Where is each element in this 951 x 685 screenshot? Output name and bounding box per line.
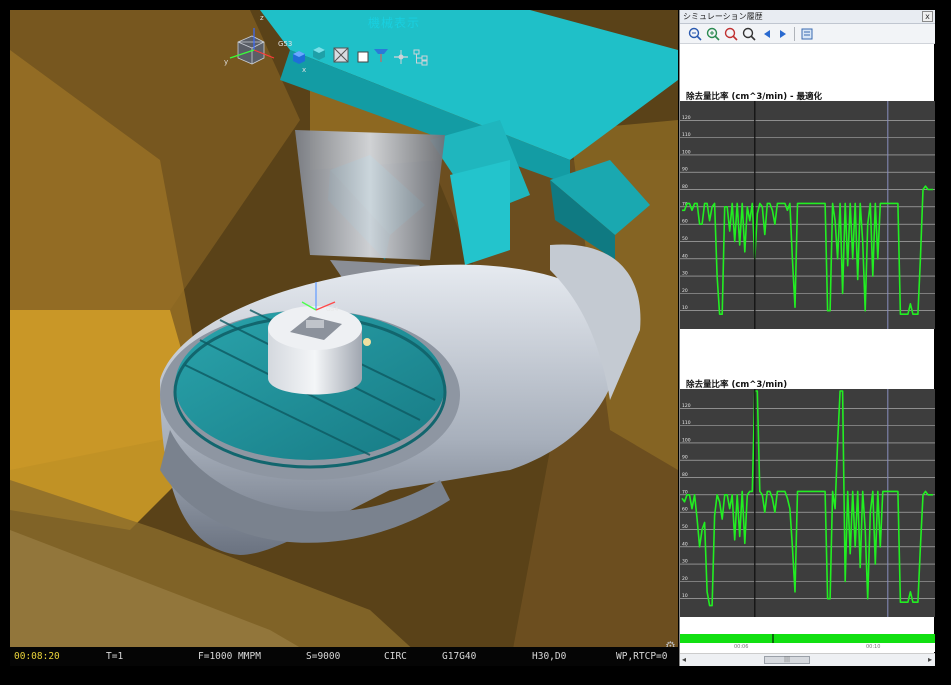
viewport-title: 機械表示 bbox=[368, 16, 421, 30]
machine-viewport[interactable]: G53 z x y 機械表示 G54 ⚙ bbox=[10, 10, 678, 665]
machine-scene[interactable] bbox=[10, 10, 678, 665]
progress-bar[interactable] bbox=[680, 634, 935, 643]
horizontal-scrollbar[interactable]: ◂ ||| ▸ bbox=[680, 653, 935, 666]
time-tick: 00:06 bbox=[734, 644, 749, 650]
y-tick-label: 30 bbox=[682, 559, 688, 565]
toolbar-divider bbox=[794, 27, 795, 41]
zoom-in-icon[interactable] bbox=[706, 27, 720, 41]
y-tick-label: 20 bbox=[682, 576, 688, 582]
y-tick-label: 40 bbox=[682, 253, 688, 259]
elapsed-time: 00:08:20 bbox=[14, 651, 60, 662]
app-frame: G53 z x y 機械表示 G54 ⚙ 00:08:20 T=1 F=1000… bbox=[0, 0, 951, 685]
simulation-history-panel: シミュレーション履歴 x 除去量比率 (cm^3/min) - 最適化 10 20… bbox=[679, 10, 935, 666]
y-tick-label: 120 bbox=[682, 115, 691, 121]
solid-view-icon[interactable] bbox=[310, 44, 328, 62]
panel-title: シミュレーション履歴 bbox=[683, 12, 763, 21]
scroll-thumb[interactable]: ||| bbox=[764, 656, 810, 664]
y-tick-label: 50 bbox=[682, 236, 688, 242]
interpolation-mode: CIRC bbox=[384, 651, 407, 662]
export-icon[interactable] bbox=[800, 27, 814, 41]
y-tick-label: 60 bbox=[682, 507, 688, 513]
scroll-left-icon[interactable]: ◂ bbox=[682, 655, 686, 664]
tool-view-icon[interactable] bbox=[372, 46, 390, 64]
axis-z-label: z bbox=[260, 14, 264, 22]
g53-label: G53 bbox=[278, 40, 293, 48]
wireframe-icon[interactable] bbox=[354, 48, 372, 66]
chart-background bbox=[680, 389, 935, 617]
axis-x-label: x bbox=[302, 66, 307, 74]
time-axis: 00:06 00:10 bbox=[680, 643, 935, 652]
y-tick-label: 110 bbox=[682, 420, 691, 426]
work-plane-mode: WP,RTCP=0 bbox=[616, 651, 668, 662]
y-tick-label: 90 bbox=[682, 455, 688, 461]
g-codes: G17G40 bbox=[442, 651, 477, 662]
box-view-icon[interactable] bbox=[290, 48, 308, 66]
y-tick-label: 10 bbox=[682, 305, 688, 311]
panel-toolbar bbox=[680, 24, 935, 44]
y-tick-label: 30 bbox=[682, 271, 688, 277]
y-tick-label: 100 bbox=[682, 437, 691, 443]
view-cube-icon[interactable] bbox=[224, 28, 278, 76]
close-icon[interactable]: x bbox=[922, 11, 933, 22]
zoom-out-icon[interactable] bbox=[688, 27, 702, 41]
search-icon[interactable] bbox=[742, 27, 756, 41]
y-tick-label: 40 bbox=[682, 541, 688, 547]
feed-rate: F=1000 MMPM bbox=[198, 651, 261, 662]
progress-marker[interactable] bbox=[771, 634, 774, 643]
zoom-fit-icon[interactable] bbox=[724, 27, 738, 41]
spindle-speed: S=9000 bbox=[306, 651, 341, 662]
y-tick-label: 60 bbox=[682, 219, 688, 225]
axis-y-label: y bbox=[224, 58, 229, 66]
y-tick-label: 100 bbox=[682, 149, 691, 155]
y-tick-label: 90 bbox=[682, 167, 688, 173]
g54-label: G54 bbox=[326, 306, 339, 313]
y-tick-label: 80 bbox=[682, 472, 688, 478]
axis-view-icon[interactable] bbox=[392, 48, 410, 66]
y-tick-label: 20 bbox=[682, 288, 688, 294]
scroll-right-icon[interactable]: ▸ bbox=[928, 655, 932, 664]
frame-view-icon[interactable] bbox=[332, 46, 350, 64]
removal-rate-chart-original[interactable]: 102030405060708090100110120 bbox=[680, 389, 935, 617]
offsets: H30,D0 bbox=[532, 651, 567, 662]
y-tick-label: 50 bbox=[682, 524, 688, 530]
panel-titlebar: シミュレーション履歴 x bbox=[680, 10, 935, 24]
y-tick-label: 10 bbox=[682, 593, 688, 599]
y-tick-label: 110 bbox=[682, 132, 691, 138]
time-tick: 00:10 bbox=[866, 644, 881, 650]
y-tick-label: 120 bbox=[682, 403, 691, 409]
prev-icon[interactable] bbox=[760, 27, 774, 41]
tool-number: T=1 bbox=[106, 651, 124, 662]
removal-rate-chart-optimized[interactable]: 102030405060708090100110120 bbox=[680, 101, 935, 329]
next-icon[interactable] bbox=[776, 27, 790, 41]
hierarchy-view-icon[interactable] bbox=[412, 48, 430, 66]
status-bar: 00:08:20 T=1 F=1000 MMPM S=9000 CIRC G17… bbox=[10, 647, 678, 666]
y-tick-label: 80 bbox=[682, 184, 688, 190]
